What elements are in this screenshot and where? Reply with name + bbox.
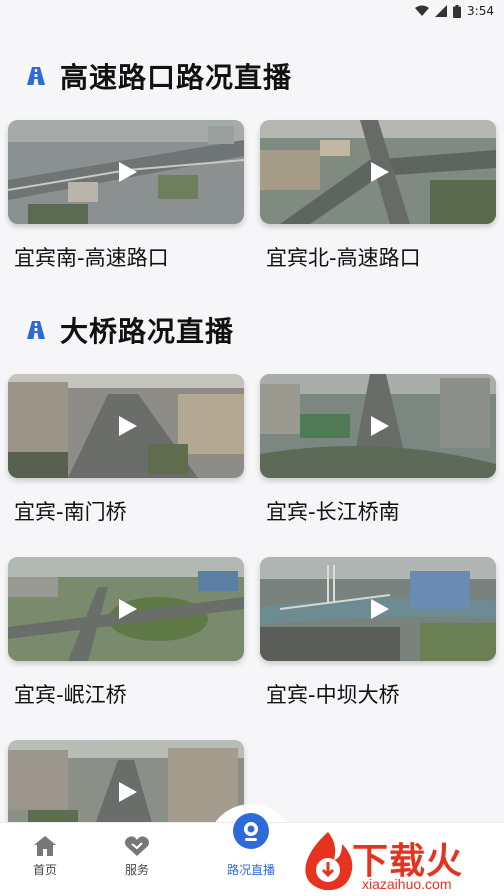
flame-logo-icon (305, 832, 353, 891)
camera-label: 宜宾-岷江桥 (14, 683, 127, 707)
nav-label: 路况直播 (226, 863, 275, 877)
nav-traffic-live[interactable]: 路况直播 (206, 813, 296, 896)
camera-label: 宜宾南-高速路口 (14, 246, 169, 270)
watermark: 下载火 xiazaihuo.com (298, 828, 504, 896)
camera-card-zhongba-bridge[interactable]: 宜宾-中坝大桥 (260, 557, 496, 707)
camera-card-changjiang-bridge-south[interactable]: 宜宾-长江桥南 (260, 374, 496, 524)
camera-icon (233, 813, 269, 849)
section-title: 大桥路况直播 (60, 315, 235, 348)
play-icon[interactable] (117, 161, 139, 183)
video-thumbnail[interactable] (8, 557, 244, 661)
camera-card-yibin-north-exit[interactable]: 宜宾北-高速路口 (260, 120, 496, 270)
camera-card-nanmen-bridge[interactable]: 宜宾-南门桥 (8, 374, 244, 524)
play-icon[interactable] (369, 161, 391, 183)
camera-label: 宜宾-中坝大桥 (266, 683, 400, 707)
section-header-bridges: 大桥路况直播 (26, 310, 234, 350)
nav-label: 服务 (124, 863, 149, 877)
handshake-icon (125, 836, 149, 856)
play-icon[interactable] (117, 781, 139, 803)
nav-label: 首页 (32, 863, 57, 877)
signal-icon (435, 5, 448, 17)
play-icon[interactable] (369, 598, 391, 620)
status-bar: 3:54 (0, 0, 504, 22)
play-icon[interactable] (117, 598, 139, 620)
battery-icon (453, 4, 462, 18)
section-title: 高速路口路况直播 (60, 61, 293, 94)
camera-label: 宜宾-长江桥南 (266, 500, 400, 524)
watermark-url: xiazaihuo.com (362, 876, 452, 892)
section-header-expressway: 高速路口路况直播 (26, 56, 292, 96)
road-icon (27, 67, 45, 85)
camera-card-minjiang-bridge[interactable]: 宜宾-岷江桥 (8, 557, 244, 707)
play-icon[interactable] (117, 415, 139, 437)
video-thumbnail[interactable] (260, 557, 496, 661)
home-icon (34, 836, 56, 856)
video-thumbnail[interactable] (8, 120, 244, 224)
status-time: 3:54 (467, 4, 494, 18)
camera-label: 宜宾北-高速路口 (266, 246, 421, 270)
nav-home[interactable]: 首页 (0, 823, 90, 896)
nav-services[interactable]: 服务 (92, 823, 182, 896)
camera-card-yibin-south-exit[interactable]: 宜宾南-高速路口 (8, 120, 244, 270)
video-thumbnail[interactable] (8, 374, 244, 478)
play-icon[interactable] (369, 415, 391, 437)
road-icon (27, 321, 45, 339)
camera-label: 宜宾-南门桥 (14, 500, 127, 524)
video-thumbnail[interactable] (260, 120, 496, 224)
video-thumbnail[interactable] (260, 374, 496, 478)
wifi-icon (415, 5, 430, 16)
